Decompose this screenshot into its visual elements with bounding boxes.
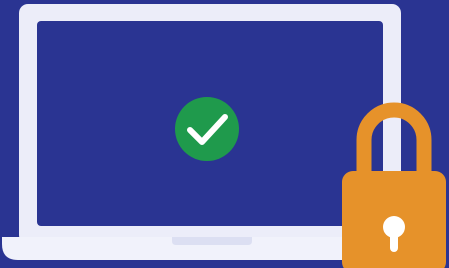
secure-laptop-illustration bbox=[0, 0, 449, 268]
keyhole-stem bbox=[390, 229, 398, 252]
checkmark-icon bbox=[175, 97, 239, 161]
illustration-canvas bbox=[2, 4, 446, 268]
check-circle bbox=[175, 97, 239, 161]
laptop-base-notch bbox=[172, 237, 252, 245]
